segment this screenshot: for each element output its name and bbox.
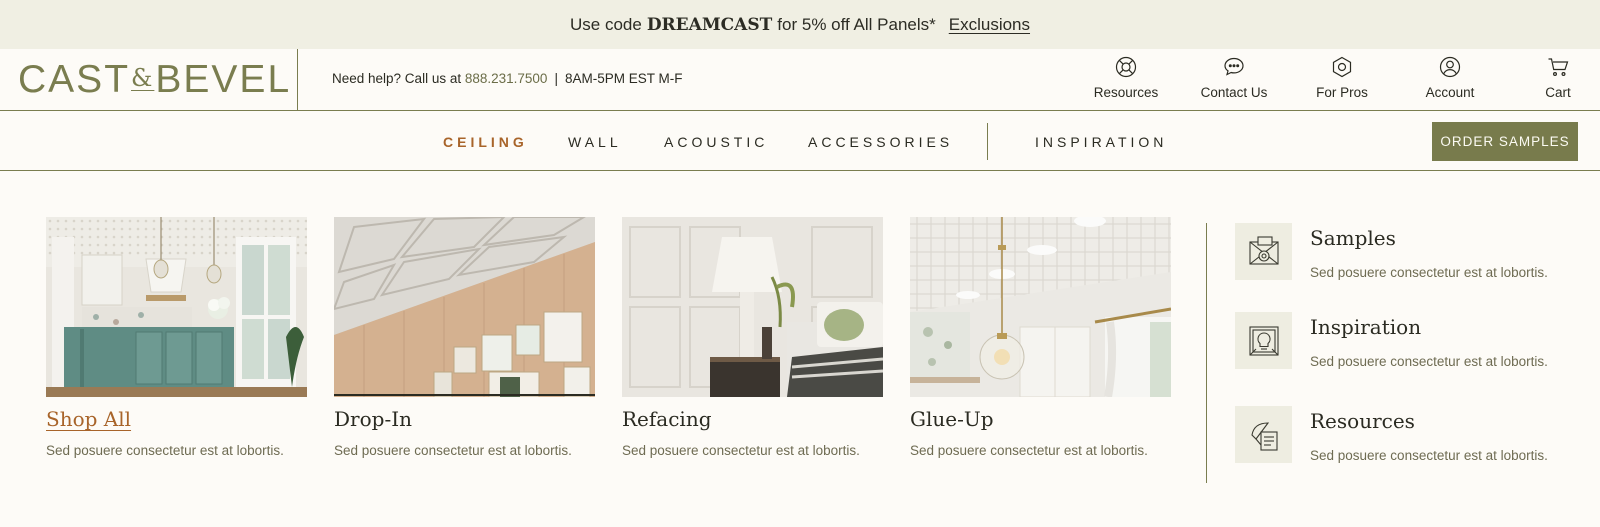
inspiration-icon-box xyxy=(1235,312,1292,369)
main-nav: CEILING WALL ACOUSTIC ACCESSORIES INSPIR… xyxy=(0,112,1600,171)
menu-card-drop-in[interactable]: Drop-In Sed posuere consectetur est at l… xyxy=(334,217,595,458)
nav-acoustic[interactable]: ACOUSTIC xyxy=(664,134,768,150)
resources-icon-box xyxy=(1235,406,1292,463)
chat-bubble-icon xyxy=(1224,57,1244,76)
nav-accessories[interactable]: ACCESSORIES xyxy=(808,134,953,150)
kitchen-image[interactable] xyxy=(46,217,307,397)
nav-wall[interactable]: WALL xyxy=(568,134,622,150)
card-title[interactable]: Refacing xyxy=(622,407,883,431)
side-link-title[interactable]: Samples xyxy=(1310,226,1396,250)
promo-bar: Use code DREAMCAST for 5% off All Panels… xyxy=(0,0,1600,49)
menu-card-refacing[interactable]: Refacing Sed posuere consectetur est at … xyxy=(622,217,883,458)
nav-ceiling[interactable]: CEILING xyxy=(443,134,528,150)
glue-up-ceiling-image[interactable] xyxy=(910,217,1171,397)
lifebuoy-icon xyxy=(1115,56,1137,78)
card-description: Sed posuere consectetur est at lobortis. xyxy=(622,443,860,458)
card-title[interactable]: Shop All xyxy=(46,407,307,431)
utility-contact[interactable]: Contact Us xyxy=(1189,55,1279,100)
user-icon xyxy=(1439,56,1461,78)
side-link-samples[interactable]: Samples Sed posuere consectetur est at l… xyxy=(1235,223,1565,283)
utility-label: Cart xyxy=(1545,85,1571,100)
utility-label: Contact Us xyxy=(1200,85,1268,100)
logo-text-right: BEVEL xyxy=(155,58,292,101)
side-link-description: Sed posuere consectetur est at lobortis. xyxy=(1310,265,1548,280)
side-link-title[interactable]: Resources xyxy=(1310,409,1415,433)
header-divider xyxy=(297,49,298,111)
side-link-title[interactable]: Inspiration xyxy=(1310,315,1421,339)
card-title[interactable]: Drop-In xyxy=(334,407,595,431)
card-description: Sed posuere consectetur est at lobortis. xyxy=(910,443,1148,458)
utility-cart[interactable]: Cart xyxy=(1513,55,1600,100)
promo-prefix: Use code xyxy=(569,14,642,34)
utility-label: For Pros xyxy=(1316,85,1368,100)
help-separator: | xyxy=(554,71,558,86)
promo-code: DREAMCAST xyxy=(646,14,773,35)
side-link-resources[interactable]: Resources Sed posuere consectetur est at… xyxy=(1235,406,1565,466)
promo-suffix: for 5% off All Panels* xyxy=(777,14,936,34)
support-hours: 8AM-5PM EST M-F xyxy=(564,71,683,86)
menu-card-glue-up[interactable]: Glue-Up Sed posuere consectetur est at l… xyxy=(910,217,1171,458)
refacing-bedroom-image[interactable] xyxy=(622,217,883,397)
card-description: Sed posuere consectetur est at lobortis. xyxy=(334,443,572,458)
brand-logo[interactable]: CAST&BEVEL xyxy=(18,59,291,105)
hexagon-icon xyxy=(1332,56,1352,78)
utility-for-pros[interactable]: For Pros xyxy=(1297,55,1387,100)
nav-divider xyxy=(987,123,988,160)
documents-icon xyxy=(1250,421,1278,451)
side-link-inspiration[interactable]: Inspiration Sed posuere consectetur est … xyxy=(1235,312,1565,372)
utility-label: Resources xyxy=(1093,85,1159,100)
logo-text-left: CAST xyxy=(18,58,131,101)
cart-icon xyxy=(1548,58,1569,77)
help-text: Need help? Call us at xyxy=(332,71,462,86)
samples-icon-box xyxy=(1235,223,1292,280)
menu-side-divider xyxy=(1206,223,1207,483)
exclusions-link[interactable]: Exclusions xyxy=(949,15,1030,35)
samples-icon xyxy=(1248,235,1279,265)
utility-label: Account xyxy=(1425,85,1475,100)
card-title[interactable]: Glue-Up xyxy=(910,407,1171,431)
drop-in-ceiling-image[interactable] xyxy=(334,217,595,397)
utility-account[interactable]: Account xyxy=(1405,55,1495,100)
phone-link[interactable]: 888.231.7500 xyxy=(465,71,548,86)
menu-card-shop-all[interactable]: Shop All Sed posuere consectetur est at … xyxy=(46,217,307,458)
lightbulb-icon xyxy=(1248,325,1279,356)
card-description: Sed posuere consectetur est at lobortis. xyxy=(46,443,284,458)
logo-ampersand: & xyxy=(131,64,155,92)
help-contact: Need help? Call us at 888.231.7500 | 8AM-5… xyxy=(332,71,682,86)
site-header: CAST&BEVEL Need help? Call us at 888.231… xyxy=(0,49,1600,111)
order-samples-button[interactable]: ORDER SAMPLES xyxy=(1432,122,1578,161)
utility-resources[interactable]: Resources xyxy=(1081,55,1171,100)
side-link-description: Sed posuere consectetur est at lobortis. xyxy=(1310,448,1548,463)
nav-inspiration[interactable]: INSPIRATION xyxy=(1035,134,1167,150)
side-link-description: Sed posuere consectetur est at lobortis. xyxy=(1310,354,1548,369)
